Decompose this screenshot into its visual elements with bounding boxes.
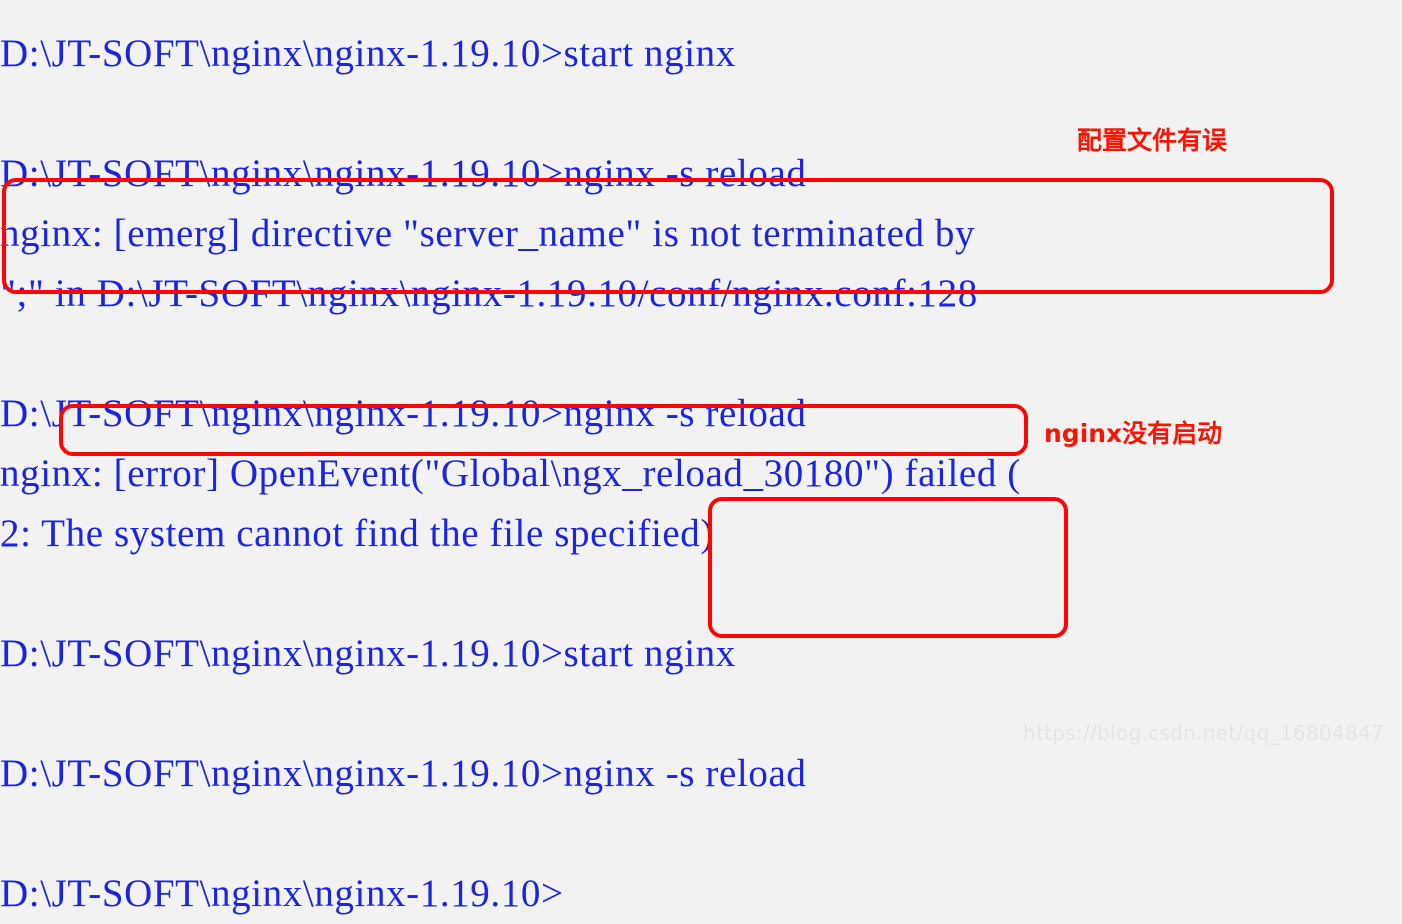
- annotation-config-error: 配置文件有误: [1077, 126, 1228, 155]
- annotation-not-started: nginx没有启动: [1044, 419, 1223, 448]
- console-line: 2: The system cannot find the file speci…: [0, 512, 714, 555]
- highlight-box-not-started: [59, 404, 1028, 456]
- console-line-blank: [0, 324, 1402, 384]
- console-line-prompt: D:\JT-SOFT\nginx\nginx-1.19.10>: [0, 872, 564, 915]
- console-line: D:\JT-SOFT\nginx\nginx-1.19.10>start ngi…: [0, 32, 736, 75]
- console-output[interactable]: D:\JT-SOFT\nginx\nginx-1.19.10>start ngi…: [0, 24, 1402, 924]
- console-line-blank: [0, 804, 1402, 864]
- watermark: https://blog.csdn.net/qq_16804847: [1022, 721, 1384, 745]
- terminal-window[interactable]: D:\JT-SOFT\nginx\nginx-1.19.10>start ngi…: [0, 0, 1402, 915]
- console-line-blank: [0, 564, 1402, 624]
- highlight-box-config-error: [2, 178, 1334, 294]
- console-line: D:\JT-SOFT\nginx\nginx-1.19.10>start ngi…: [0, 632, 736, 675]
- console-line: D:\JT-SOFT\nginx\nginx-1.19.10>nginx -s …: [0, 752, 807, 795]
- highlight-box-commands: [708, 497, 1068, 638]
